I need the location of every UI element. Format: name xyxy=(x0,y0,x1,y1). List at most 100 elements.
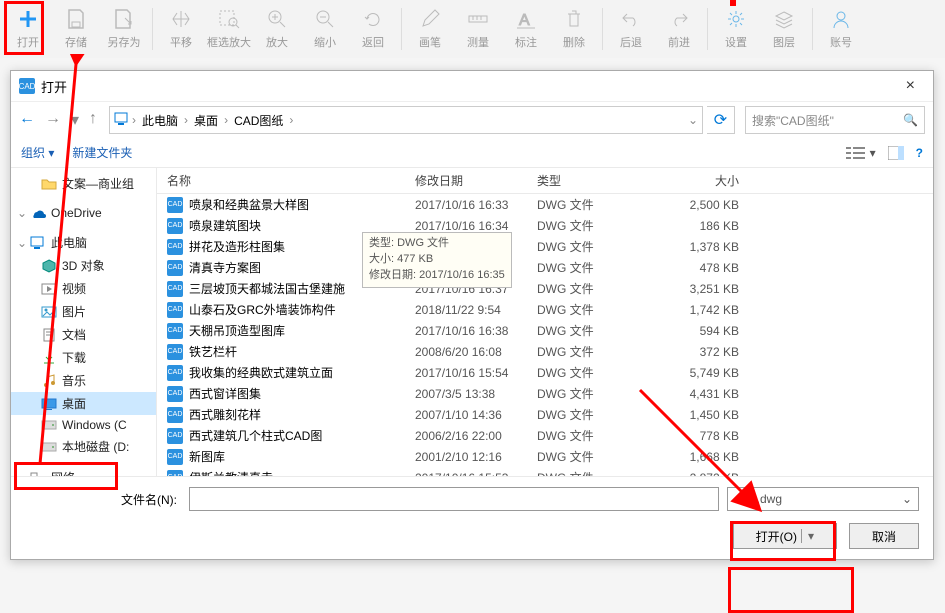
file-name: 喷泉建筑图块 xyxy=(183,217,415,234)
cancel-button[interactable]: 取消 xyxy=(849,523,919,549)
breadcrumb-item[interactable]: 桌面 xyxy=(190,112,222,129)
toolbar-label: 后退 xyxy=(620,34,642,50)
back-button[interactable]: 返回 xyxy=(349,2,397,56)
sidebar-item-network[interactable]: ⌄网络 xyxy=(11,466,156,476)
sidebar-item-pictures[interactable]: 图片 xyxy=(11,300,156,323)
toolbar-label: 平移 xyxy=(170,34,192,50)
sidebar-item-downloads[interactable]: 下载 xyxy=(11,346,156,369)
layers-button[interactable]: 图层 xyxy=(760,2,808,56)
file-type: DWG 文件 xyxy=(537,427,649,444)
file-row[interactable]: CAD天棚吊顶造型图库2017/10/16 16:38DWG 文件594 KB xyxy=(157,320,933,341)
toolbar-label: 账号 xyxy=(830,34,852,50)
sidebar-item-pc[interactable]: ⌄此电脑 xyxy=(11,231,156,254)
save-as-icon xyxy=(113,8,135,30)
sidebar-item-docs[interactable]: 文档 xyxy=(11,323,156,346)
nav-recent-icon[interactable]: ▾ xyxy=(71,110,79,130)
layers-icon xyxy=(773,8,795,30)
chevron-down-icon: ⌄ xyxy=(902,492,912,506)
annotate-button[interactable]: A标注 xyxy=(502,2,550,56)
sidebar-item-folder[interactable]: 文案—商业组 xyxy=(11,172,156,195)
save-button[interactable]: 存储 xyxy=(52,2,100,56)
breadcrumb[interactable]: › 此电脑 › 桌面 › CAD图纸 › ⌄ xyxy=(109,106,703,134)
chevron-down-icon[interactable]: ⌄ xyxy=(688,113,698,127)
nav-forward-icon[interactable]: → xyxy=(45,110,61,130)
file-row[interactable]: CAD喷泉建筑图块2017/10/16 16:34DWG 文件186 KB xyxy=(157,215,933,236)
file-row[interactable]: CAD拼花及造形柱图集2017/10/16 16:34DWG 文件1,378 K… xyxy=(157,236,933,257)
zoom-window-button[interactable]: 框选放大 xyxy=(205,2,253,56)
sidebar-item-3d[interactable]: 3D 对象 xyxy=(11,254,156,277)
sidebar-label: Windows (C xyxy=(62,418,127,432)
settings-button[interactable]: 设置 xyxy=(712,2,760,56)
filename-input[interactable] xyxy=(189,487,719,511)
file-row[interactable]: CAD西式建筑几个柱式CAD图2006/2/16 22:00DWG 文件778 … xyxy=(157,425,933,446)
file-row[interactable]: CAD新图库2001/2/10 12:16DWG 文件1,668 KB xyxy=(157,446,933,467)
file-size: 478 KB xyxy=(649,261,759,275)
breadcrumb-item[interactable]: 此电脑 xyxy=(138,112,182,129)
search-input[interactable]: 搜索"CAD图纸" 🔍 xyxy=(745,106,925,134)
nav-back-icon[interactable]: ← xyxy=(19,110,35,130)
desktop-icon xyxy=(41,397,57,411)
organize-button[interactable]: 组织 ▾ xyxy=(21,144,54,161)
preview-pane-button[interactable] xyxy=(888,146,904,160)
zoom-out-button[interactable]: 缩小 xyxy=(301,2,349,56)
filetype-select[interactable]: .dxf .dwg ⌄ xyxy=(727,487,919,511)
file-name: 我收集的经典欧式建筑立面 xyxy=(183,364,415,381)
zoom-in-button[interactable]: 放大 xyxy=(253,2,301,56)
sidebar-item-video[interactable]: 视频 xyxy=(11,277,156,300)
file-row[interactable]: CAD喷泉和经典盆景大样图2017/10/16 16:33DWG 文件2,500… xyxy=(157,194,933,215)
delete-button[interactable]: 删除 xyxy=(550,2,598,56)
file-name: 山泰石及GRC外墙装饰构件 xyxy=(183,301,415,318)
file-size: 186 KB xyxy=(649,219,759,233)
file-name: 喷泉和经典盆景大样图 xyxy=(183,196,415,213)
open-button[interactable]: 打开 xyxy=(4,2,52,56)
file-type: DWG 文件 xyxy=(537,238,649,255)
breadcrumb-item[interactable]: CAD图纸 xyxy=(230,112,287,129)
chevron-down-icon[interactable]: ▾ xyxy=(801,529,814,543)
sidebar-item-desktop[interactable]: 桌面 xyxy=(11,392,156,415)
new-folder-button[interactable]: 新建文件夹 xyxy=(72,144,132,161)
col-date[interactable]: 修改日期 xyxy=(415,172,537,189)
file-row[interactable]: CAD西式窗详图集2007/3/5 13:38DWG 文件4,431 KB xyxy=(157,383,933,404)
sidebar-item-onedrive[interactable]: ⌄OneDrive xyxy=(11,203,156,223)
refresh-button[interactable]: ⟳ xyxy=(707,106,735,134)
open-button[interactable]: 打开(O) ▾ xyxy=(733,523,837,549)
file-row[interactable]: CAD三层坡顶天都城法国古堡建施2017/10/16 16:37DWG 文件3,… xyxy=(157,278,933,299)
file-row[interactable]: CAD铁艺栏杆2008/6/20 16:08DWG 文件372 KB xyxy=(157,341,933,362)
redo-button[interactable]: 前进 xyxy=(655,2,703,56)
drive-icon xyxy=(41,440,57,454)
file-row[interactable]: CAD清真寺方案图2017/10/16 16:35DWG 文件478 KB xyxy=(157,257,933,278)
view-mode-button[interactable]: ▾ xyxy=(846,146,876,160)
account-button[interactable]: 账号 xyxy=(817,2,865,56)
col-size[interactable]: 大小 xyxy=(649,172,759,189)
file-row[interactable]: CAD我收集的经典欧式建筑立面2017/10/16 15:54DWG 文件5,7… xyxy=(157,362,933,383)
file-row[interactable]: CAD西式雕刻花样2007/1/10 14:36DWG 文件1,450 KB xyxy=(157,404,933,425)
cad-file-icon: CAD xyxy=(167,197,183,213)
help-button[interactable]: ? xyxy=(916,146,923,160)
file-name: 拼花及造形柱图集 xyxy=(183,238,415,255)
col-name[interactable]: 名称 xyxy=(157,172,415,189)
undo-button[interactable]: 后退 xyxy=(607,2,655,56)
chevron-icon: ⌄ xyxy=(17,236,25,250)
sidebar-item-drive[interactable]: Windows (C xyxy=(11,415,156,435)
sidebar-label: 桌面 xyxy=(62,395,86,412)
onedrive-icon xyxy=(30,206,46,220)
file-type: DWG 文件 xyxy=(537,280,649,297)
file-type: DWG 文件 xyxy=(537,364,649,381)
close-icon[interactable]: × xyxy=(896,75,925,97)
nav-up-icon[interactable]: ↑ xyxy=(89,110,97,130)
sidebar-item-drive[interactable]: 本地磁盘 (D: xyxy=(11,435,156,458)
sidebar-item-music[interactable]: 音乐 xyxy=(11,369,156,392)
pan-button[interactable]: 平移 xyxy=(157,2,205,56)
save-as-button[interactable]: 另存为 xyxy=(100,2,148,56)
svg-text:A: A xyxy=(519,12,530,29)
measure-button[interactable]: 测量 xyxy=(454,2,502,56)
file-row[interactable]: CAD伊斯兰教清真寺2017/10/16 15:53DWG 文件2,872 KB xyxy=(157,467,933,476)
cad-file-icon: CAD xyxy=(167,239,183,255)
col-type[interactable]: 类型 xyxy=(537,172,649,189)
app-toolbar: 打开存储另存为平移框选放大放大缩小返回画笔测量A标注删除后退前进设置图层账号 xyxy=(0,0,945,58)
pencil-button[interactable]: 画笔 xyxy=(406,2,454,56)
sidebar-label: 图片 xyxy=(62,303,86,320)
open-file-dialog: CAD 打开 × ← → ▾ ↑ › 此电脑 › 桌面 › CAD图纸 › ⌄ … xyxy=(10,70,934,560)
undo-icon xyxy=(620,8,642,30)
file-row[interactable]: CAD山泰石及GRC外墙装饰构件2018/11/22 9:54DWG 文件1,7… xyxy=(157,299,933,320)
